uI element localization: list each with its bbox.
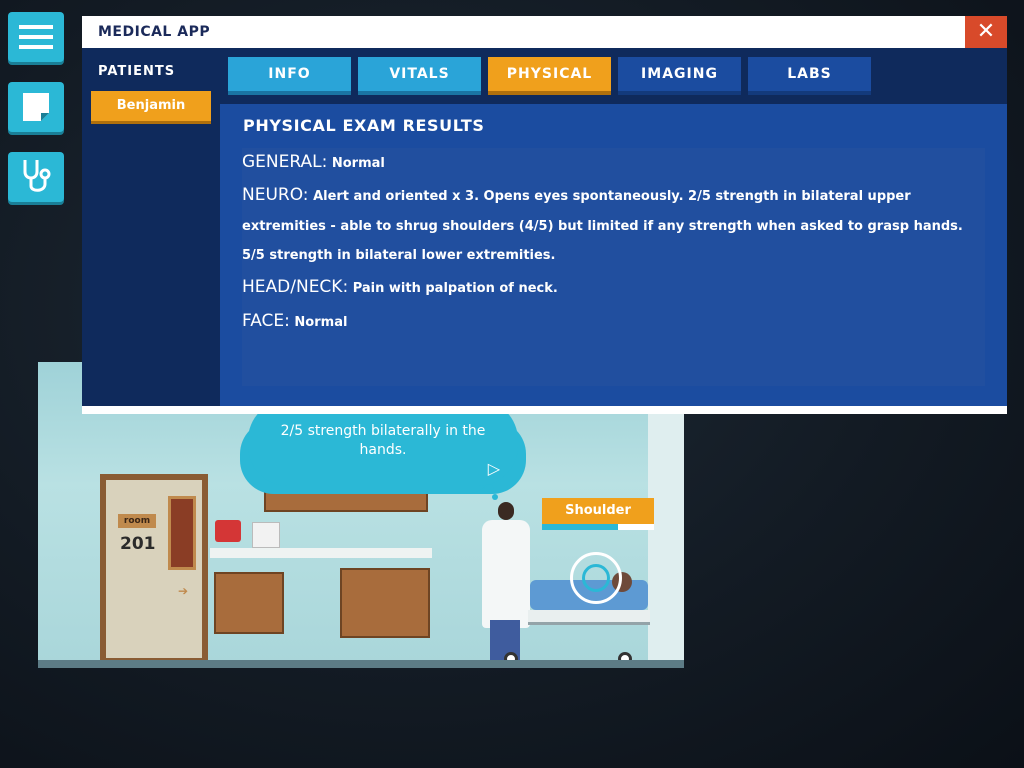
room-number: 201	[120, 534, 156, 554]
door-arrow-icon: ➔	[178, 584, 189, 598]
menu-button[interactable]	[8, 12, 64, 62]
bubble-tail	[492, 494, 498, 500]
exam-label: HEAD/NECK:	[242, 277, 349, 297]
tab-imaging[interactable]: IMAGING	[618, 57, 741, 91]
exam-target-center[interactable]	[582, 564, 610, 592]
exam-results-panel: GENERAL: Normal NEURO: Alert and oriente…	[242, 148, 985, 386]
exam-label: GENERAL:	[242, 152, 328, 172]
exam-text: Alert and oriented x 3. Opens eyes spont…	[242, 189, 963, 263]
exam-progress-bar	[542, 524, 654, 530]
patients-heading: PATIENTS	[98, 64, 176, 79]
notes-button[interactable]	[8, 82, 64, 132]
counter-top	[210, 548, 432, 558]
glove-box	[252, 522, 280, 548]
exam-text: Pain with palpation of neck.	[352, 281, 558, 296]
modal-title: MEDICAL APP	[98, 24, 211, 40]
medical-app-window: MEDICAL APP ✕ PATIENTS Benjamin INFO VIT…	[82, 16, 1007, 414]
exam-text: Normal	[294, 315, 348, 330]
exam-label: FACE:	[242, 311, 290, 331]
notepad-icon	[23, 93, 49, 121]
play-arrow-icon[interactable]: ▷	[488, 459, 500, 478]
bubble-tail	[484, 484, 494, 494]
close-button[interactable]: ✕	[965, 16, 1007, 48]
door-plate-label: room	[118, 514, 156, 528]
exam-results-heading: PHYSICAL EXAM RESULTS	[243, 116, 485, 135]
doctor-head	[498, 502, 514, 520]
modal-header: MEDICAL APP ✕	[82, 16, 1007, 48]
exam-text: Normal	[331, 156, 385, 171]
thought-bubble-text: 2/5 strength bilaterally in the hands.	[280, 423, 486, 458]
room-door: room 201 ➔	[100, 474, 208, 664]
exam-section-neuro: NEURO: Alert and oriented x 3. Opens eye…	[242, 181, 972, 271]
bed-frame	[528, 610, 650, 625]
stethoscope-icon	[23, 160, 51, 192]
exam-section-general: GENERAL: Normal	[242, 148, 972, 179]
tab-bar: INFO VITALS PHYSICAL IMAGING LABS	[220, 48, 1007, 104]
stethoscope-button[interactable]	[8, 152, 64, 202]
hamburger-menu-icon	[19, 25, 53, 49]
floor	[38, 660, 684, 668]
exam-section-head-neck: HEAD/NECK: Pain with palpation of neck.	[242, 273, 972, 304]
patient-item-benjamin[interactable]: Benjamin	[91, 91, 211, 121]
exam-progress-fill	[542, 524, 619, 530]
tab-vitals[interactable]: VITALS	[358, 57, 481, 91]
drawer-unit	[340, 568, 430, 638]
sharps-container	[215, 520, 241, 542]
tab-physical[interactable]: PHYSICAL	[488, 57, 611, 91]
tab-labs[interactable]: LABS	[748, 57, 871, 91]
upper-cabinet	[264, 482, 428, 512]
close-icon: ✕	[976, 19, 996, 44]
modal-bottom-edge	[82, 406, 1007, 414]
exam-target-label[interactable]: Shoulder	[542, 498, 654, 524]
lower-cabinet	[214, 572, 284, 634]
tab-info[interactable]: INFO	[228, 57, 351, 91]
main-panel: INFO VITALS PHYSICAL IMAGING LABS PHYSIC…	[220, 48, 1007, 406]
door-window	[168, 496, 196, 570]
exam-section-face: FACE: Normal	[242, 307, 972, 338]
exam-label: NEURO:	[242, 185, 309, 205]
doctor-character	[482, 520, 530, 628]
patients-sidebar: PATIENTS Benjamin	[82, 48, 220, 406]
